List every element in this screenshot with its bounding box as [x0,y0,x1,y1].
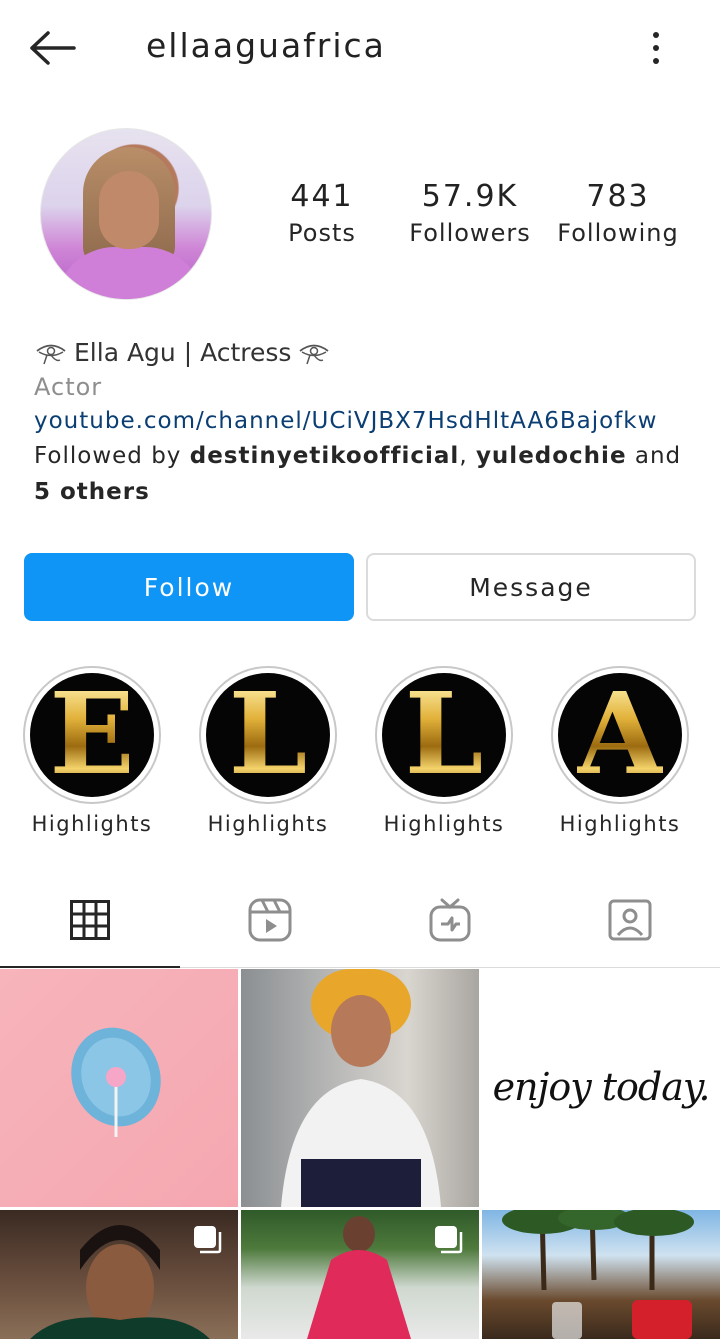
highlight-letter-l: L [228,673,308,797]
more-options-button[interactable] [636,28,676,68]
posts-label: Posts [288,219,356,247]
beach-resort-photo-image [502,1210,694,1339]
eye-of-horus-icon [36,344,66,365]
tab-tagged[interactable] [540,872,720,967]
posts-grid: enjoy today. [0,969,720,1339]
tab-reels[interactable] [180,872,360,967]
bio-category: Actor [34,373,103,401]
highlight-cover: L [199,666,337,804]
followers-label: Followers [409,219,531,247]
stat-posts[interactable]: 441 Posts [278,178,366,250]
profile-tabs [0,872,720,968]
post-thumbnail[interactable] [0,969,238,1207]
highlight-cover: L [375,666,513,804]
bio-display-name: Ella Agu | Actress [74,338,292,367]
followers-count: 57.9K [421,179,519,214]
selfie-photo-image [281,969,441,1207]
highlight-label: Highlights [383,812,505,836]
tab-igtv[interactable] [360,872,540,967]
arrow-left-icon [30,31,76,65]
highlight-label: Highlights [207,812,329,836]
profile-bio: Ella Agu | Actress Actor youtube.com/cha… [34,336,694,510]
followed-by-user[interactable]: yuledochie [476,443,627,469]
message-button[interactable]: Message [366,553,696,621]
igtv-icon [429,898,471,941]
following-label: Following [557,219,679,247]
highlight-cover: A [551,666,689,804]
tagged-icon [608,899,652,940]
profile-header: ellaaguafrica [0,0,720,96]
multiple-images-icon [194,1226,222,1254]
highlight-letter-e: E [49,673,135,797]
post-thumbnail[interactable]: enjoy today. [482,969,720,1207]
post-thumbnail[interactable] [241,969,479,1207]
reels-icon [248,898,292,941]
story-highlight[interactable]: E Highlights [22,666,162,836]
posts-count: 441 [290,179,354,214]
lollipop-plate-image [71,1027,161,1137]
back-button[interactable] [28,26,84,70]
highlight-label: Highlights [31,812,153,836]
highlight-letter-l: L [404,673,484,797]
more-vertical-icon [653,32,659,38]
bio-website-link[interactable]: youtube.com/channel/UCiVJBX7HsdHltAA6Baj… [34,404,694,438]
story-highlight[interactable]: L Highlights [198,666,338,836]
story-highlight[interactable]: A Highlights [550,666,690,836]
post-thumbnail[interactable] [482,1210,720,1339]
eye-of-horus-icon [299,344,330,365]
highlight-label: Highlights [559,812,681,836]
stat-following[interactable]: 783 Following [556,178,680,250]
following-count: 783 [586,179,650,214]
profile-username: ellaaguafrica [146,26,386,65]
tab-posts-grid[interactable] [0,872,180,968]
multiple-images-icon [435,1226,463,1254]
story-highlight[interactable]: L Highlights [374,666,514,836]
highlight-cover: E [23,666,161,804]
profile-avatar[interactable] [40,128,212,300]
follow-button[interactable]: Follow [24,553,354,621]
enjoy-today-text: enjoy today. [492,1065,711,1109]
stat-followers[interactable]: 57.9K Followers [406,178,534,250]
grid-icon [70,899,110,940]
post-thumbnail[interactable] [241,1210,479,1339]
followed-by-others[interactable]: 5 others [34,479,150,505]
followed-by-text[interactable]: Followed by destinyetikoofficial, yuledo… [34,438,694,510]
bio-name-row: Ella Agu | Actress [34,336,694,370]
followed-by-user[interactable]: destinyetikoofficial [190,443,460,469]
post-thumbnail[interactable] [0,1210,238,1339]
highlight-letter-a: A [576,673,664,797]
